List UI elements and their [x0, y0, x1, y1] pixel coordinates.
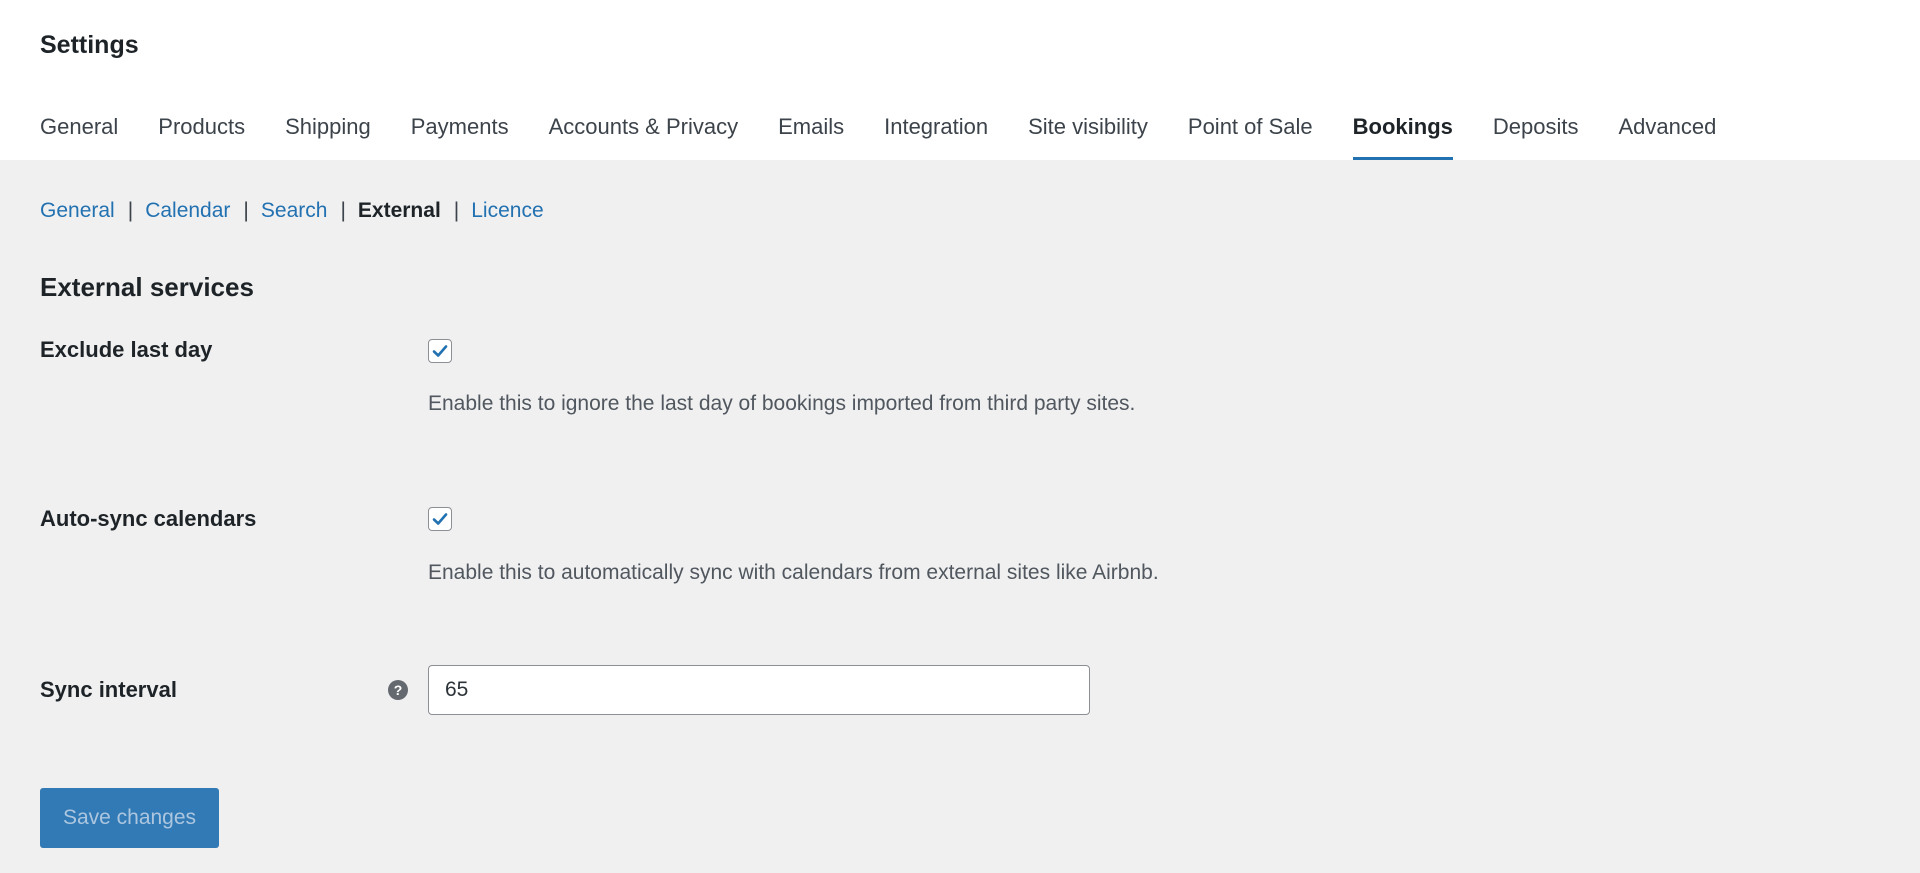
- tab-emails[interactable]: Emails: [778, 106, 844, 160]
- tab-shipping[interactable]: Shipping: [285, 106, 371, 160]
- subnav-separator: |: [127, 199, 134, 222]
- exclude-last-day-checkbox[interactable]: [428, 339, 452, 363]
- tab-advanced[interactable]: Advanced: [1618, 106, 1716, 160]
- auto-sync-checkbox[interactable]: [428, 507, 452, 531]
- settings-tabs: General Products Shipping Payments Accou…: [40, 106, 1756, 160]
- tab-integration[interactable]: Integration: [884, 106, 988, 160]
- bookings-subnav: General | Calendar | Search | External |…: [40, 199, 544, 223]
- page-title: Settings: [40, 31, 139, 59]
- checkmark-icon: [432, 513, 448, 525]
- tab-products[interactable]: Products: [158, 106, 245, 160]
- checkmark-icon: [432, 345, 448, 357]
- subnav-licence[interactable]: Licence: [471, 199, 543, 223]
- subnav-calendar[interactable]: Calendar: [145, 199, 230, 223]
- tab-site-visibility[interactable]: Site visibility: [1028, 106, 1148, 160]
- subnav-external: External: [357, 199, 441, 222]
- settings-header: Settings General Products Shipping Payme…: [0, 0, 1920, 160]
- tab-payments[interactable]: Payments: [411, 106, 509, 160]
- sync-interval-input[interactable]: [428, 665, 1090, 715]
- save-changes-button[interactable]: Save changes: [40, 788, 219, 848]
- auto-sync-label: Auto-sync calendars: [40, 506, 257, 531]
- section-title: External services: [40, 272, 254, 302]
- tab-bookings[interactable]: Bookings: [1352, 106, 1453, 160]
- subnav-general[interactable]: General: [40, 199, 115, 223]
- tab-point-of-sale[interactable]: Point of Sale: [1188, 106, 1313, 160]
- tab-accounts-privacy[interactable]: Accounts & Privacy: [549, 106, 739, 160]
- auto-sync-description: Enable this to automatically sync with c…: [428, 561, 1159, 584]
- sync-interval-label: Sync interval: [40, 677, 177, 702]
- subnav-separator: |: [340, 199, 346, 222]
- subnav-separator: |: [243, 199, 249, 222]
- exclude-last-day-description: Enable this to ignore the last day of bo…: [428, 392, 1136, 415]
- subnav-search[interactable]: Search: [261, 199, 328, 223]
- question-mark-icon[interactable]: ?: [388, 680, 408, 700]
- tab-general[interactable]: General: [40, 106, 118, 160]
- tab-deposits[interactable]: Deposits: [1493, 106, 1579, 160]
- exclude-last-day-label: Exclude last day: [40, 337, 213, 362]
- subnav-separator: |: [453, 199, 460, 222]
